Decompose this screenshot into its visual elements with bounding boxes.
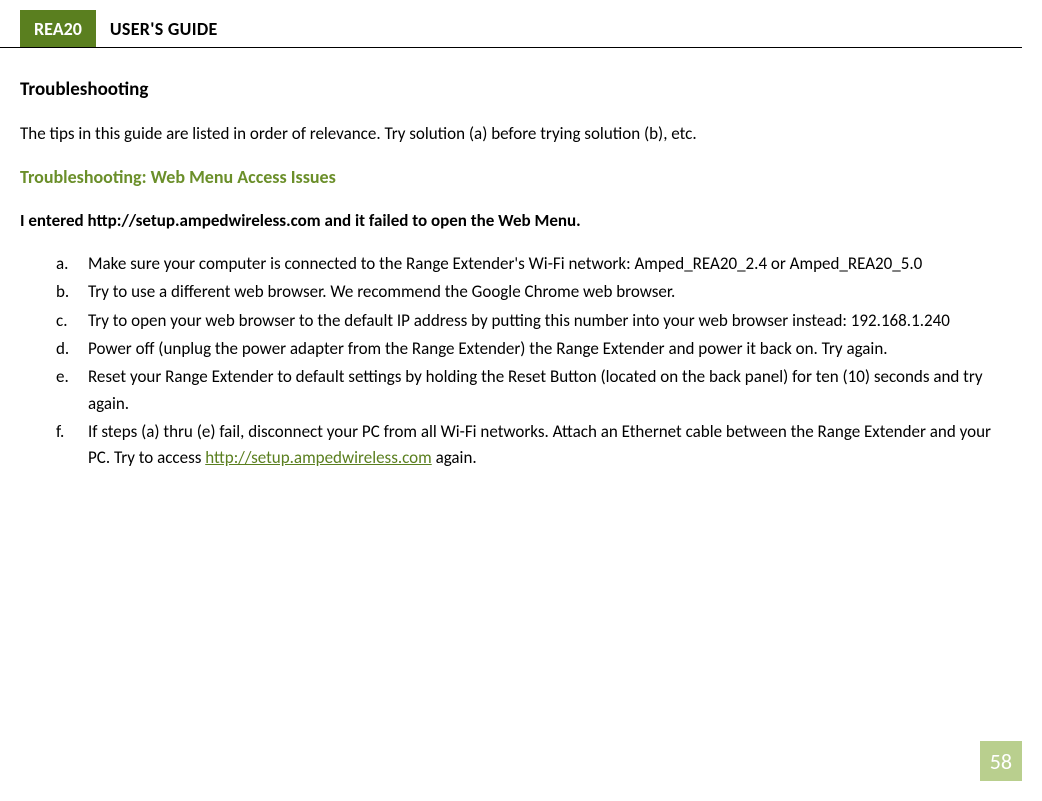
section-heading: Troubleshooting: [20, 78, 1012, 101]
list-marker: c.: [56, 308, 80, 334]
intro-text: The tips in this guide are listed in ord…: [20, 123, 1012, 144]
list-item-text: Try to use a different web browser. We r…: [88, 281, 675, 302]
list-item-text: If steps (a) thru (e) fail, disconnect y…: [88, 421, 991, 468]
list-item-text: Power off (unplug the power adapter from…: [88, 338, 888, 359]
list-marker: f.: [56, 419, 80, 445]
list-marker: a.: [56, 251, 80, 277]
list-item-text: Try to open your web browser to the defa…: [88, 310, 950, 331]
list-item-suffix: again.: [432, 447, 477, 468]
list-item: c. Try to open your web browser to the d…: [56, 308, 1012, 334]
header-title: USER'S GUIDE: [96, 10, 232, 47]
list-item: f. If steps (a) thru (e) fail, disconnec…: [56, 419, 1012, 472]
list-item: e. Reset your Range Extender to default …: [56, 364, 1012, 417]
sub-heading: Troubleshooting: Web Menu Access Issues: [20, 166, 1012, 188]
setup-link[interactable]: http://setup.ampedwireless.com: [205, 447, 432, 468]
list-item-text: Make sure your computer is connected to …: [88, 253, 922, 274]
page-content: Troubleshooting The tips in this guide a…: [0, 48, 1042, 472]
troubleshooting-list: a. Make sure your computer is connected …: [20, 251, 1012, 472]
list-item-text: Reset your Range Extender to default set…: [88, 366, 983, 413]
page-number: 58: [980, 741, 1022, 781]
document-header: REA20 USER'S GUIDE: [0, 10, 1022, 48]
header-spacer: [0, 10, 20, 47]
question-text: I entered http://setup.ampedwireless.com…: [20, 210, 1012, 231]
list-marker: e.: [56, 364, 80, 390]
list-item: b. Try to use a different web browser. W…: [56, 279, 1012, 305]
list-item: d. Power off (unplug the power adapter f…: [56, 336, 1012, 362]
list-item: a. Make sure your computer is connected …: [56, 251, 1012, 277]
list-marker: d.: [56, 336, 80, 362]
header-badge: REA20: [20, 10, 96, 47]
list-marker: b.: [56, 279, 80, 305]
